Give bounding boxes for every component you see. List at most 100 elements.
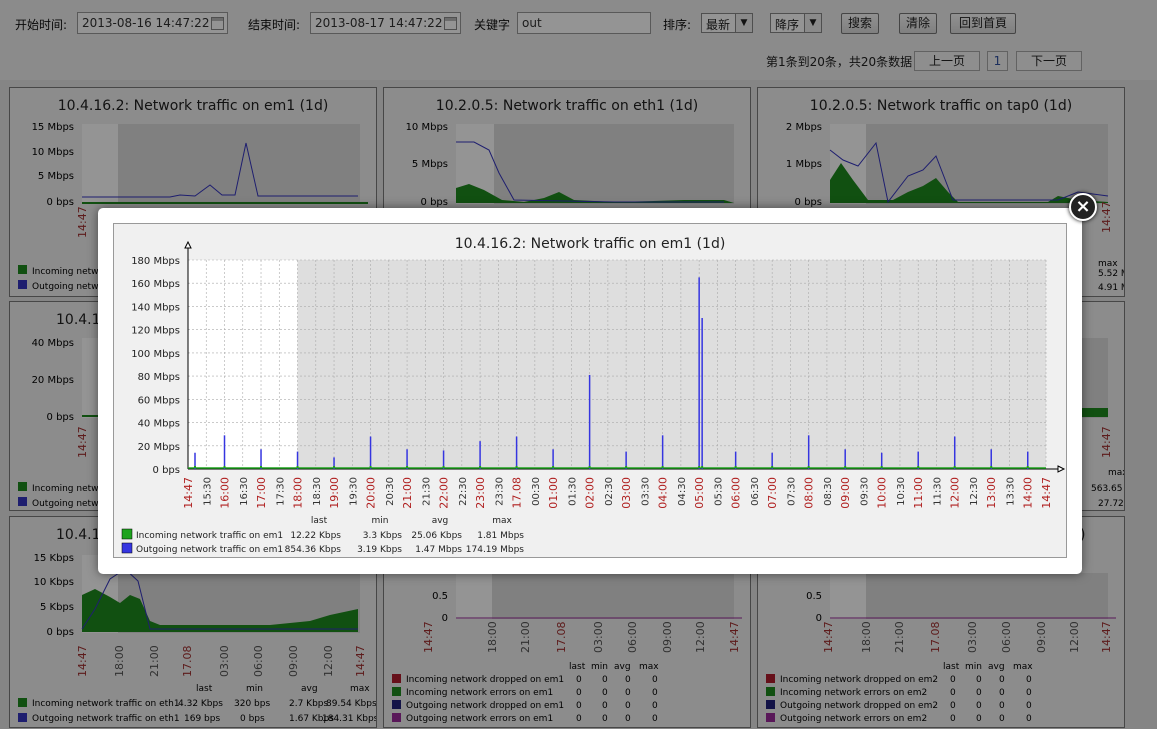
x-tick: 10:00 bbox=[876, 477, 889, 509]
x-axis-arrow bbox=[1057, 465, 1066, 473]
x-tick: 08:00 bbox=[803, 477, 816, 509]
x-tick: 01:30 bbox=[567, 477, 578, 506]
legend-value: 25.06 Kbps bbox=[411, 531, 462, 541]
incoming-dot bbox=[406, 466, 409, 468]
incoming-dot bbox=[369, 466, 372, 468]
x-tick: 12:30 bbox=[969, 477, 980, 506]
x-tick: 21:00 bbox=[401, 477, 414, 509]
x-tick: 23:30 bbox=[494, 477, 505, 506]
y-tick: 180 Mbps bbox=[131, 256, 180, 267]
x-tick: 07:00 bbox=[766, 477, 779, 509]
legend-value: 174.19 Mbps bbox=[466, 545, 525, 555]
x-tick: 14:00 bbox=[1022, 477, 1035, 509]
incoming-dot bbox=[734, 466, 737, 468]
incoming-dot bbox=[296, 466, 299, 468]
y-tick: 80 Mbps bbox=[138, 372, 180, 383]
incoming-dot bbox=[698, 466, 701, 468]
x-tick: 19:30 bbox=[348, 477, 359, 506]
y-tick: 20 Mbps bbox=[138, 442, 180, 453]
legend-head: avg bbox=[432, 516, 449, 526]
legend-value: 3.3 Kbps bbox=[363, 531, 403, 541]
x-tick: 23:00 bbox=[474, 477, 487, 509]
graph-modal: 10.4.16.2: Network traffic on em1 (1d) 1… bbox=[98, 208, 1082, 574]
x-tick: 14:47 bbox=[1040, 477, 1053, 509]
traffic-chart: 10.4.16.2: Network traffic on em1 (1d) 1… bbox=[121, 236, 1066, 555]
x-tick: 03:30 bbox=[640, 477, 651, 506]
x-tick: 06:00 bbox=[730, 477, 743, 509]
incoming-dot bbox=[515, 466, 518, 468]
x-tick: 08:30 bbox=[823, 477, 834, 506]
x-tick: 09:00 bbox=[839, 477, 852, 509]
legend-name: Incoming network traffic on em1 bbox=[136, 531, 283, 541]
x-tick: 04:30 bbox=[677, 477, 688, 506]
legend-swatch bbox=[121, 542, 133, 554]
incoming-dot bbox=[552, 466, 555, 468]
incoming-dot bbox=[807, 466, 810, 468]
graph-image: 10.4.16.2: Network traffic on em1 (1d) 1… bbox=[113, 223, 1067, 558]
x-tick: 21:30 bbox=[421, 477, 432, 506]
x-tick: 11:30 bbox=[932, 477, 943, 506]
x-tick: 15:30 bbox=[202, 477, 213, 506]
incoming-dot bbox=[442, 466, 445, 468]
incoming-dot bbox=[260, 466, 263, 468]
x-tick: 17:00 bbox=[255, 477, 268, 509]
x-tick: 03:00 bbox=[620, 477, 633, 509]
x-tick: 10:30 bbox=[896, 477, 907, 506]
x-tick: 16:00 bbox=[219, 477, 232, 509]
legend-value: 1.47 Mbps bbox=[415, 545, 462, 555]
x-tick: 18:30 bbox=[312, 477, 323, 506]
x-tick: 22:00 bbox=[438, 477, 451, 509]
legend-value: 12.22 Kbps bbox=[290, 531, 341, 541]
x-tick: 09:30 bbox=[859, 477, 870, 506]
x-tick: 17.08 bbox=[511, 477, 524, 509]
x-tick: 20:00 bbox=[365, 477, 378, 509]
incoming-dot bbox=[771, 466, 774, 468]
incoming-dot bbox=[223, 466, 226, 468]
incoming-dot bbox=[844, 466, 847, 468]
x-tick: 20:30 bbox=[385, 477, 396, 506]
incoming-dot bbox=[953, 466, 956, 468]
plot-shade bbox=[297, 260, 1046, 469]
x-tick: 02:00 bbox=[584, 477, 597, 509]
legend-value: 854.36 Kbps bbox=[285, 545, 342, 555]
legend-head: last bbox=[311, 516, 328, 526]
legend-head: min bbox=[372, 516, 389, 526]
incoming-dot bbox=[917, 466, 920, 468]
chart-title: 10.4.16.2: Network traffic on em1 (1d) bbox=[455, 236, 726, 252]
incoming-dot bbox=[194, 466, 196, 468]
incoming-dot bbox=[333, 466, 336, 468]
x-tick: 06:30 bbox=[750, 477, 761, 506]
legend-value: 1.81 Mbps bbox=[477, 531, 524, 541]
x-tick: 14:47 bbox=[182, 477, 195, 509]
legend-value: 3.19 Kbps bbox=[357, 545, 402, 555]
incoming-dot bbox=[880, 466, 883, 468]
x-tick: 11:00 bbox=[912, 477, 925, 509]
legend-head: max bbox=[492, 516, 512, 526]
incoming-dot bbox=[701, 466, 704, 468]
x-tick: 02:30 bbox=[604, 477, 615, 506]
x-tick: 04:00 bbox=[657, 477, 670, 509]
y-tick: 140 Mbps bbox=[131, 302, 180, 313]
x-tick: 13:00 bbox=[985, 477, 998, 509]
x-tick: 19:00 bbox=[328, 477, 341, 509]
x-tick: 05:30 bbox=[713, 477, 724, 506]
y-tick: 60 Mbps bbox=[138, 395, 180, 406]
legend-name: Outgoing network traffic on em1 bbox=[136, 545, 283, 555]
x-tick: 13:30 bbox=[1005, 477, 1016, 506]
incoming-dot bbox=[990, 466, 993, 468]
legend-swatch bbox=[121, 528, 133, 540]
x-tick: 16:30 bbox=[239, 477, 250, 506]
y-axis-arrow bbox=[184, 240, 192, 249]
incoming-dot bbox=[479, 466, 482, 468]
y-tick: 0 bps bbox=[153, 465, 180, 476]
close-icon[interactable]: × bbox=[1069, 193, 1097, 221]
x-tick: 17:30 bbox=[275, 477, 286, 506]
x-tick: 07:30 bbox=[786, 477, 797, 506]
x-tick: 00:30 bbox=[531, 477, 542, 506]
incoming-dot bbox=[1026, 466, 1029, 468]
incoming-dot bbox=[625, 466, 628, 468]
y-tick: 120 Mbps bbox=[131, 326, 180, 337]
incoming-dot bbox=[588, 466, 591, 468]
y-tick: 160 Mbps bbox=[131, 279, 180, 290]
x-tick: 05:00 bbox=[693, 477, 706, 509]
